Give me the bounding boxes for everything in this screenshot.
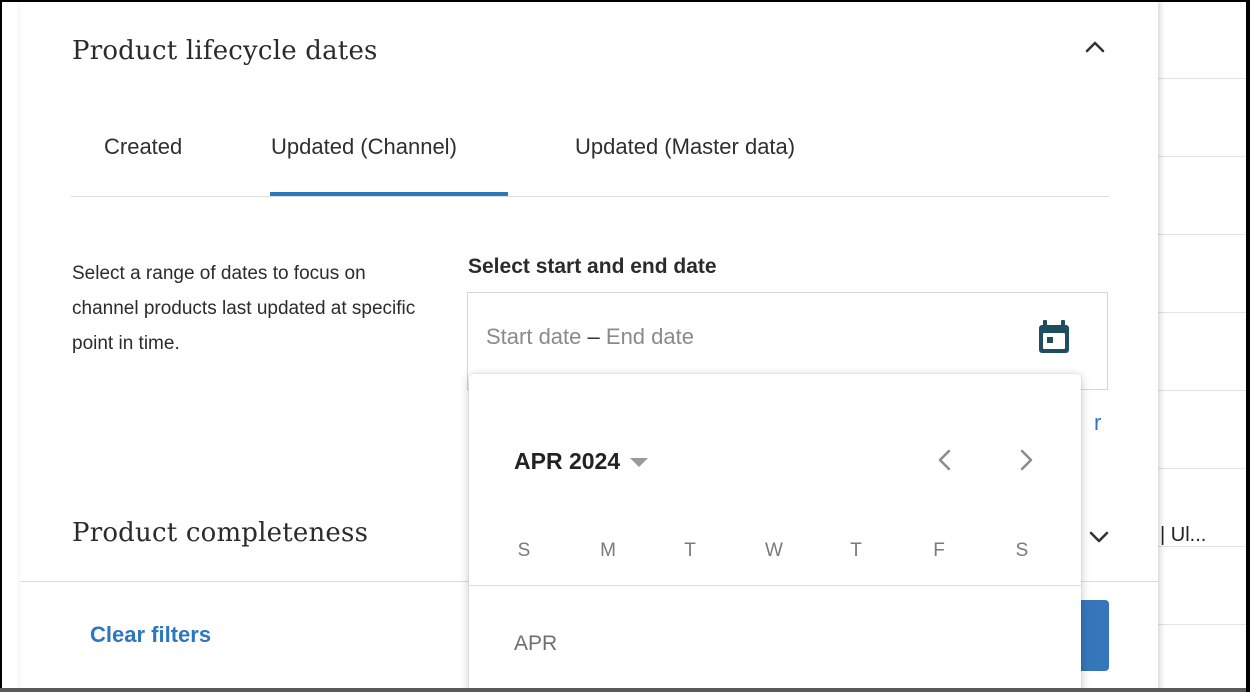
month-year-select[interactable]: APR 2024 — [514, 448, 649, 475]
table-row-divider — [1158, 390, 1250, 391]
next-month-icon[interactable] — [1011, 445, 1041, 475]
section-title-completeness[interactable]: Product completeness — [72, 518, 368, 548]
weekday-wednesday: W — [765, 540, 783, 561]
frame-border-bottom — [0, 688, 1250, 692]
tab-updated-master-data[interactable]: Updated (Master data) — [575, 134, 795, 160]
table-row-divider — [1158, 234, 1250, 235]
weekday-divider — [469, 585, 1081, 586]
date-picker-popover: APR 2024 S M T W T F S APR — [469, 374, 1081, 692]
date-separator: – — [587, 324, 600, 349]
table-row-divider — [1158, 312, 1250, 313]
section-title-lifecycle[interactable]: Product lifecycle dates — [72, 36, 378, 66]
date-range-label: Select start and end date — [468, 255, 717, 278]
table-row-divider — [1158, 624, 1250, 625]
table-row-divider — [1158, 78, 1250, 79]
screen: | Ul... Product lifecycle dates Created … — [0, 0, 1250, 692]
month-year-label: APR 2024 — [514, 448, 621, 474]
caret-down-icon — [630, 458, 649, 468]
frame-border-left — [0, 0, 2, 692]
table-row-divider — [1158, 468, 1250, 469]
previous-month-icon[interactable] — [930, 445, 960, 475]
tabs-divider — [71, 196, 1109, 197]
link-text-fragment[interactable]: r — [1094, 410, 1101, 436]
weekday-thursday: T — [850, 540, 862, 561]
weekday-monday: M — [600, 540, 616, 561]
weekday-saturday: S — [1015, 540, 1029, 561]
apply-button[interactable] — [1080, 600, 1109, 671]
calendar-icon[interactable] — [1034, 317, 1074, 357]
clear-filters-button[interactable]: Clear filters — [90, 622, 211, 648]
background-table — [1158, 0, 1250, 692]
end-date-placeholder: End date — [605, 324, 694, 349]
table-row-divider — [1158, 156, 1250, 157]
table-cell-text[interactable]: | Ul... — [1160, 524, 1206, 547]
start-date-placeholder: Start date — [486, 324, 582, 349]
weekday-friday: F — [933, 540, 945, 561]
range-description: Select a range of dates to focus on chan… — [72, 263, 416, 354]
tab-created[interactable]: Created — [104, 134, 182, 160]
weekday-sunday: S — [517, 540, 531, 561]
date-range-placeholder: Start date – End date — [486, 324, 694, 350]
frame-border-right — [1246, 0, 1250, 692]
chevron-up-icon[interactable] — [1082, 34, 1108, 60]
month-label: APR — [514, 632, 558, 655]
tab-updated-channel[interactable]: Updated (Channel) — [271, 134, 457, 160]
chevron-down-icon[interactable] — [1086, 524, 1112, 550]
weekday-tuesday: T — [684, 540, 696, 561]
frame-border-top — [0, 0, 1250, 2]
